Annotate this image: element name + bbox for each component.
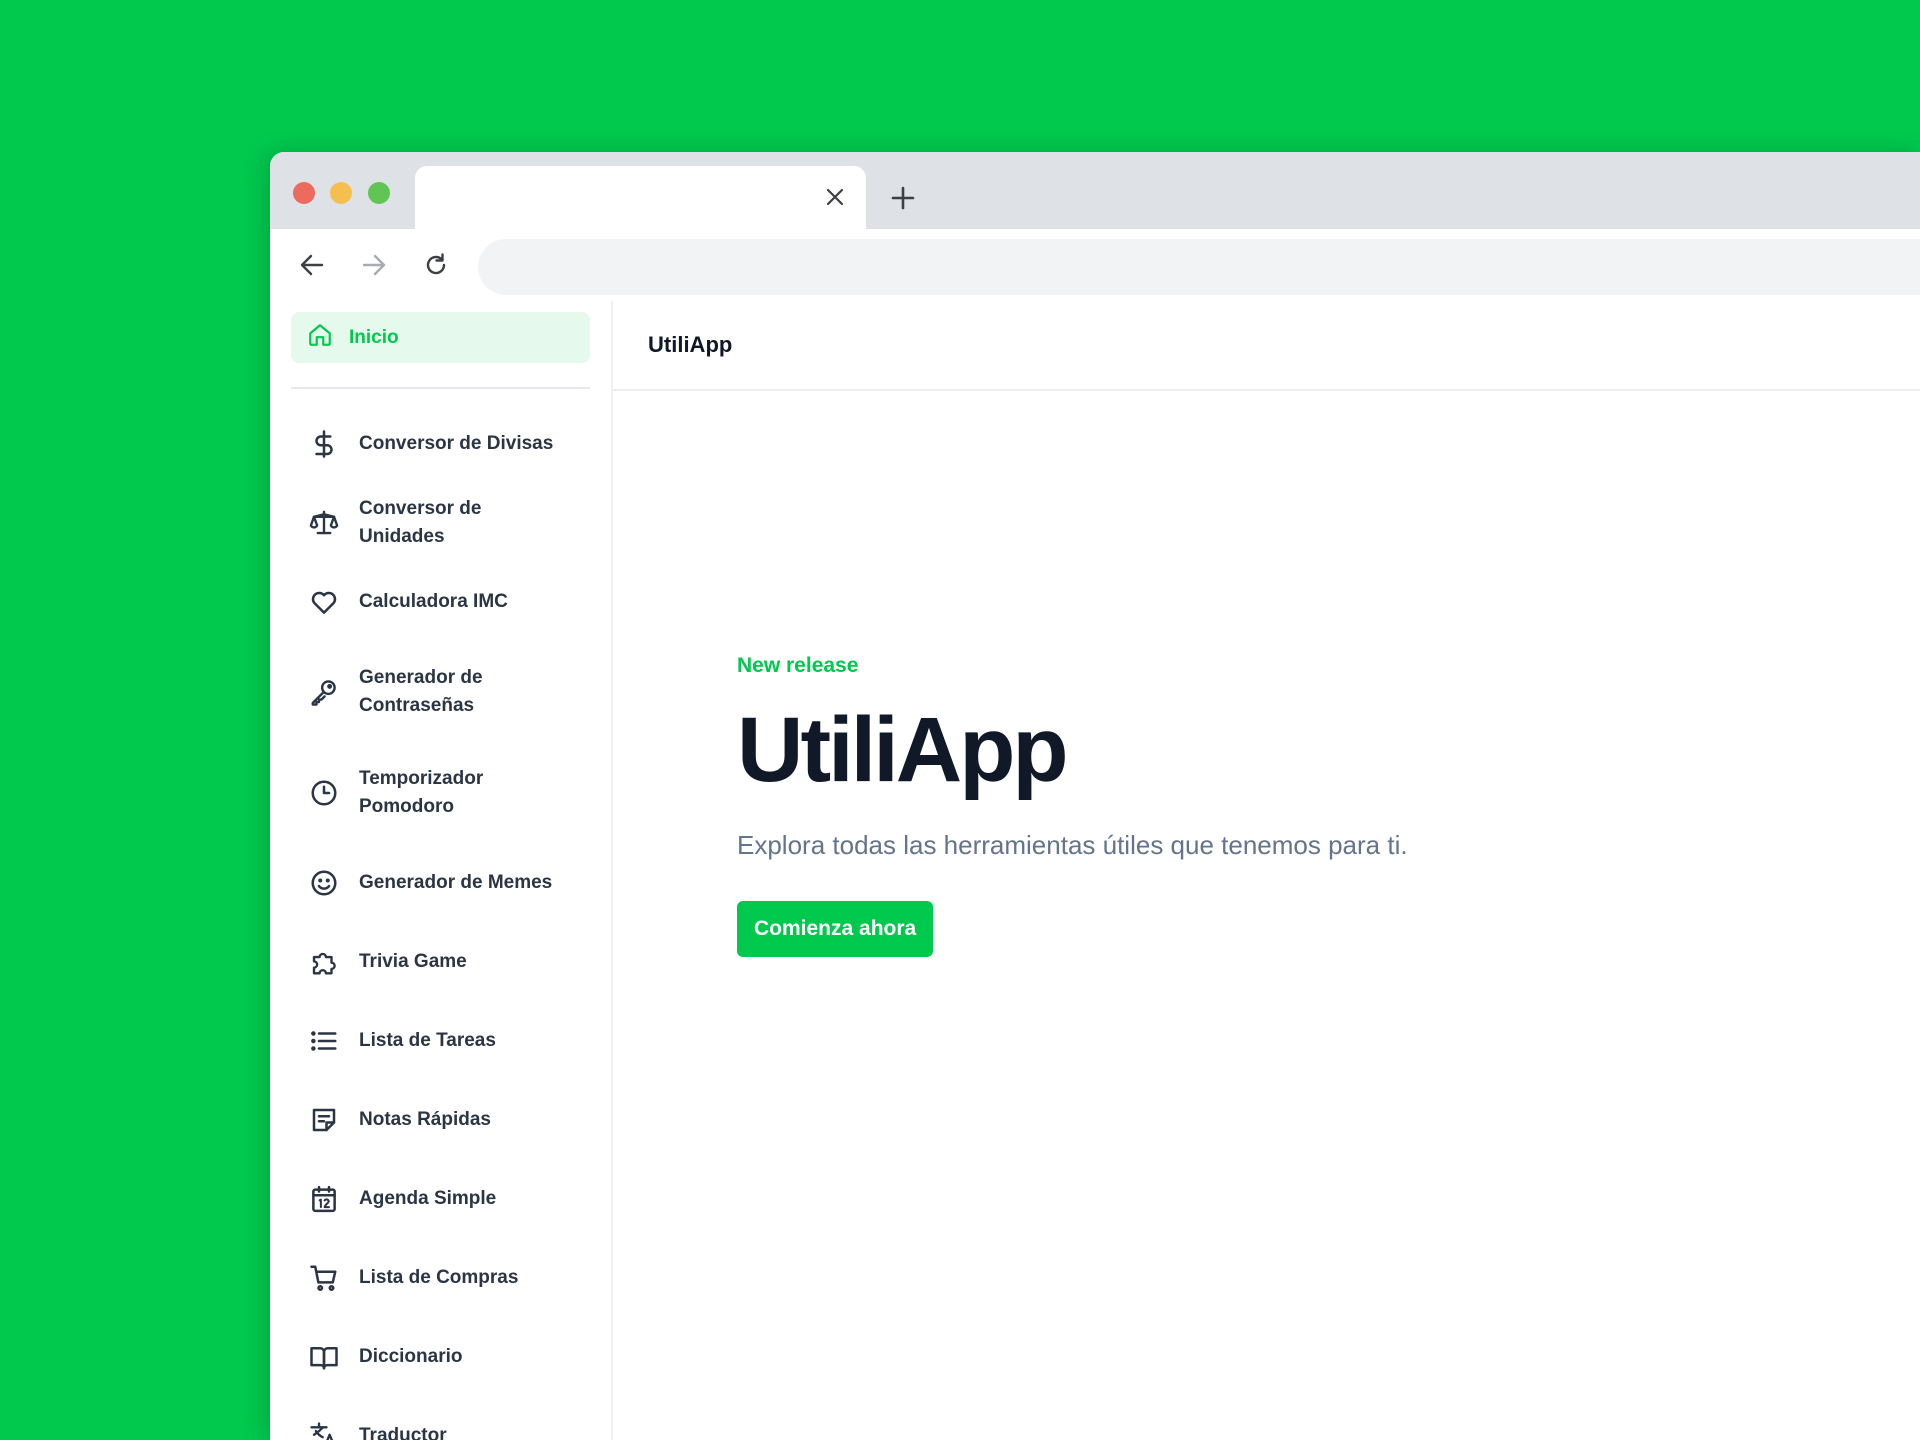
sidebar: Inicio Conversor de Divisas Conversor de…: [270, 301, 613, 1440]
book-icon: [307, 1340, 341, 1374]
hero-lead: Explora todas las herramientas útiles qu…: [737, 830, 1408, 860]
minimize-window-button[interactable]: [330, 182, 352, 204]
reload-icon[interactable]: [418, 247, 454, 283]
key-icon: [307, 675, 341, 709]
translate-icon: [307, 1419, 341, 1440]
puzzle-icon: [307, 945, 341, 979]
sidebar-item-label: Generador de Memes: [359, 871, 553, 893]
smiley-icon: [307, 866, 341, 900]
note-icon: [307, 1103, 341, 1137]
list-icon: [307, 1024, 341, 1058]
sidebar-item-label: Inicio: [349, 326, 399, 348]
maximize-window-button[interactable]: [368, 182, 390, 204]
cart-icon: [307, 1261, 341, 1295]
sidebar-item-label: Traductor: [359, 1424, 447, 1440]
close-tab-icon[interactable]: [822, 184, 848, 210]
address-bar[interactable]: [478, 239, 1920, 295]
sidebar-item-label: Notas Rápidas: [359, 1108, 491, 1130]
sidebar-divider: [291, 387, 590, 389]
sidebar-item-temporizador-pomodoro[interactable]: Temporizador Pomodoro: [291, 742, 590, 843]
sidebar-item-calculadora-imc[interactable]: Calculadora IMC: [291, 562, 590, 641]
clock-icon: [307, 776, 341, 810]
header-title: UtiliApp: [648, 332, 733, 357]
release-badge: New release: [737, 654, 859, 677]
sidebar-item-label: Conversor de Divisas: [359, 432, 554, 454]
sidebar-item-label: Calculadora IMC: [359, 590, 508, 612]
sidebar-item-label: Agenda Simple: [359, 1187, 497, 1209]
sidebar-item-notas-rapidas[interactable]: Notas Rápidas: [291, 1080, 590, 1159]
browser-window: Inicio Conversor de Divisas Conversor de…: [270, 152, 1920, 1440]
sidebar-item-inicio[interactable]: Inicio: [291, 312, 590, 363]
forward-arrow-icon[interactable]: [356, 247, 392, 283]
hero-section: New release UtiliApp Explora todas las h…: [737, 654, 1408, 957]
main-header: UtiliApp: [613, 301, 1920, 391]
hero-headline: UtiliApp: [737, 699, 1069, 801]
sidebar-item-label: Lista de Tareas: [359, 1029, 496, 1051]
sidebar-item-agenda-simple[interactable]: Agenda Simple: [291, 1159, 590, 1238]
back-arrow-icon[interactable]: [294, 247, 330, 283]
sidebar-item-traductor[interactable]: Traductor: [291, 1396, 590, 1440]
sidebar-item-generador-contrasenas[interactable]: Generador de Contraseñas: [291, 641, 590, 742]
sidebar-item-diccionario[interactable]: Diccionario: [291, 1317, 590, 1396]
sidebar-item-label: Lista de Compras: [359, 1266, 519, 1288]
sidebar-item-conversor-unidades[interactable]: Conversor de Unidades: [291, 483, 590, 562]
home-icon: [307, 322, 333, 353]
sidebar-item-label: Diccionario: [359, 1345, 463, 1367]
main-content: UtiliApp New release UtiliApp Explora to…: [613, 301, 1920, 1440]
scale-icon: [307, 506, 341, 540]
sidebar-item-trivia-game[interactable]: Trivia Game: [291, 922, 590, 1001]
calendar-icon: [307, 1182, 341, 1216]
sidebar-nav-list: Conversor de Divisas Conversor de Unidad…: [291, 404, 590, 1440]
sidebar-item-label: Trivia Game: [359, 950, 467, 972]
heart-icon: [307, 585, 341, 619]
browser-toolbar: [270, 229, 1920, 301]
close-window-button[interactable]: [293, 182, 315, 204]
sidebar-item-label: Temporizador Pomodoro: [359, 767, 484, 817]
new-tab-icon[interactable]: [885, 180, 921, 216]
sidebar-item-generador-memes[interactable]: Generador de Memes: [291, 843, 590, 922]
sidebar-item-lista-tareas[interactable]: Lista de Tareas: [291, 1001, 590, 1080]
sidebar-item-lista-compras[interactable]: Lista de Compras: [291, 1238, 590, 1317]
browser-tab[interactable]: [415, 166, 866, 229]
dollar-icon: [307, 427, 341, 461]
sidebar-item-label: Conversor de Unidades: [359, 497, 482, 547]
tab-strip: [270, 152, 1920, 229]
start-now-button[interactable]: Comienza ahora: [737, 901, 934, 957]
sidebar-item-conversor-divisas[interactable]: Conversor de Divisas: [291, 404, 590, 483]
sidebar-item-label: Generador de Contraseñas: [359, 666, 483, 716]
